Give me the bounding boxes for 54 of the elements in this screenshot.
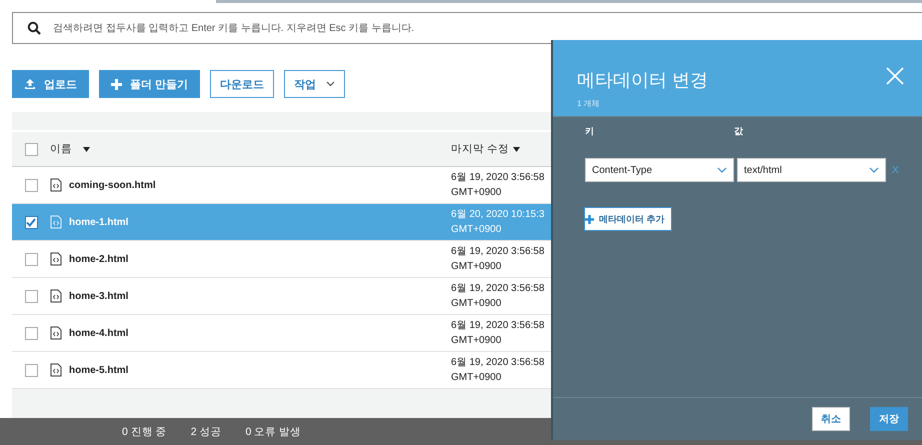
search-icon bbox=[27, 21, 41, 35]
row-checkbox[interactable] bbox=[24, 252, 38, 266]
download-button[interactable]: 다운로드 bbox=[210, 70, 274, 98]
file-row[interactable]: home-3.html 6월 19, 2020 3:56:58 GMT+0900 bbox=[12, 278, 551, 315]
panel-title: 메타데이터 변경 bbox=[577, 69, 708, 92]
plus-icon bbox=[585, 214, 594, 224]
close-icon[interactable] bbox=[886, 67, 904, 85]
sort-caret-icon[interactable] bbox=[83, 146, 90, 152]
chevron-down-icon bbox=[717, 167, 727, 173]
search-field[interactable]: 검색하려면 접두사를 입력하고 Enter 키를 누릅니다. 지우려면 Esc 키를 누릅니다. bbox=[12, 12, 922, 44]
actions-dropdown[interactable]: 작업 bbox=[284, 70, 346, 98]
object-count: 1 개체 bbox=[577, 98, 601, 109]
modified-column-header[interactable]: 마지막 수정 bbox=[451, 142, 509, 156]
modified-date: 6월 20, 2020 10:15:3 GMT+0900 bbox=[451, 208, 544, 237]
name-column-header[interactable]: 이름 bbox=[50, 142, 72, 156]
code-file-icon bbox=[50, 326, 62, 340]
modified-date: 6월 19, 2020 3:56:58 GMT+0900 bbox=[451, 356, 544, 385]
search-input[interactable]: 검색하려면 접두사를 입력하고 Enter 키를 누릅니다. 지우려면 Esc 키를 누릅니다. bbox=[51, 22, 922, 34]
file-name[interactable]: home-2.html bbox=[69, 254, 128, 264]
file-name[interactable]: home-3.html bbox=[69, 290, 128, 302]
code-file-icon bbox=[50, 252, 62, 266]
status-count: 2 성공 bbox=[190, 424, 222, 438]
row-checkbox[interactable] bbox=[24, 326, 38, 340]
chevron-down-icon bbox=[326, 81, 336, 87]
sort-caret-icon[interactable] bbox=[512, 146, 520, 152]
plus-icon bbox=[111, 78, 122, 90]
key-select[interactable]: Content-Type bbox=[585, 158, 734, 182]
row-checkbox[interactable] bbox=[24, 178, 38, 192]
upload-icon bbox=[24, 78, 36, 90]
row-checkbox[interactable] bbox=[24, 364, 38, 376]
file-row[interactable]: home-2.html 6월 19, 2020 3:56:58 GMT+0900 bbox=[12, 241, 551, 278]
modified-date: 6월 19, 2020 3:56:58 GMT+0900 bbox=[451, 171, 544, 200]
file-name[interactable]: home-4.html bbox=[69, 328, 128, 338]
file-name[interactable]: home-5.html bbox=[69, 364, 128, 376]
code-file-icon bbox=[50, 363, 62, 377]
modified-date: 6월 19, 2020 3:56:58 GMT+0900 bbox=[451, 319, 544, 348]
code-file-icon bbox=[50, 178, 62, 192]
status-count: 0 진행 중 bbox=[122, 424, 167, 438]
file-row[interactable]: home-4.html 6월 19, 2020 3:56:58 GMT+0900 bbox=[12, 315, 551, 352]
status-count: 0 오류 발생 bbox=[245, 424, 302, 438]
code-file-icon bbox=[50, 215, 62, 229]
modified-date: 6월 19, 2020 3:56:58 GMT+0900 bbox=[451, 282, 544, 311]
value-label: 값 bbox=[734, 125, 743, 138]
cancel-button[interactable]: 취소 bbox=[812, 407, 850, 431]
chevron-down-icon bbox=[869, 167, 879, 173]
value-select[interactable]: text/html bbox=[737, 158, 886, 182]
code-file-icon bbox=[50, 289, 62, 303]
key-label: 키 bbox=[585, 125, 595, 138]
add-metadata-button[interactable]: 메타데이터 추가 bbox=[584, 207, 672, 231]
row-checkbox[interactable] bbox=[24, 216, 38, 228]
select-all-checkbox[interactable] bbox=[24, 142, 38, 156]
file-name[interactable]: coming-soon.html bbox=[69, 180, 156, 190]
modified-date: 6월 19, 2020 3:56:58 GMT+0900 bbox=[451, 245, 544, 274]
row-checkbox[interactable] bbox=[24, 290, 38, 302]
